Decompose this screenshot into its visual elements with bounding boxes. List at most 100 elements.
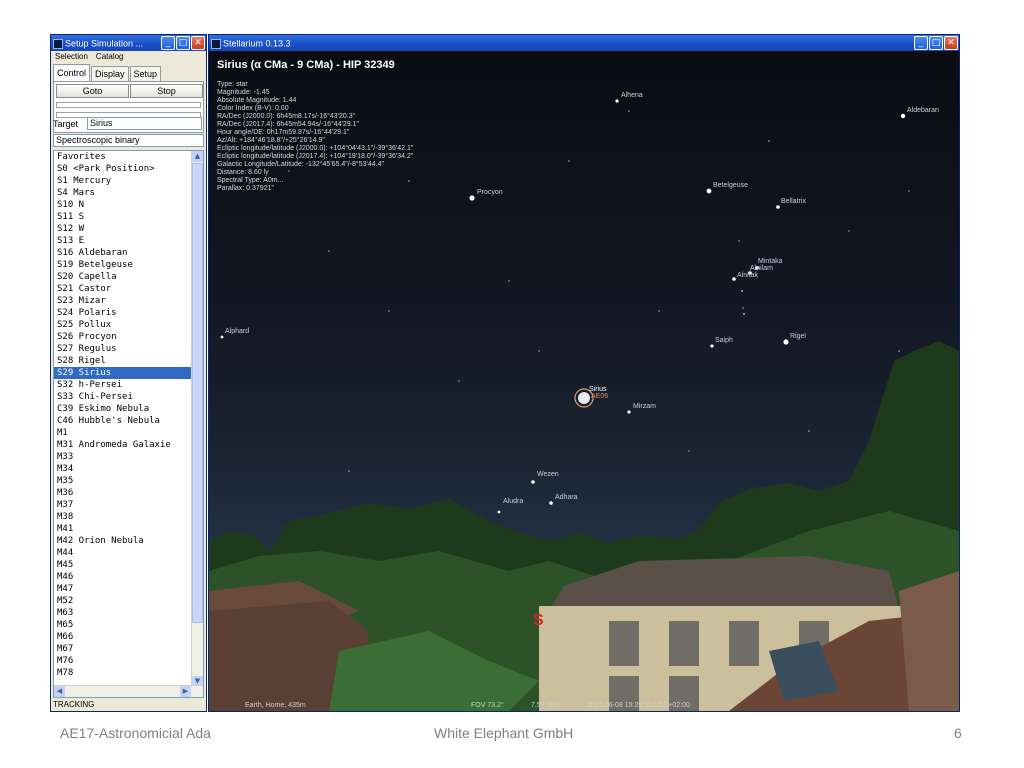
favorite-item[interactable]: S10 N: [54, 199, 193, 211]
info-line: RA/Dec (J2017.4): 6h45m54.94s/-16°44'29.…: [217, 121, 360, 128]
stop-button[interactable]: Stop: [130, 84, 203, 98]
spectral-info-field[interactable]: Spectroscopic binary: [53, 134, 204, 147]
favorite-item[interactable]: S32 h-Persei: [54, 379, 193, 391]
star-label-rigel[interactable]: Rigel: [790, 333, 806, 340]
close-icon[interactable]: ✕: [191, 36, 205, 50]
sky-view[interactable]: Sirius (α CMa - 9 CMa) - HIP 32349 Type:…: [209, 51, 959, 711]
favorite-item[interactable]: M37: [54, 499, 193, 511]
favorite-item[interactable]: S23 Mizar: [54, 295, 193, 307]
info-line: Absolute Magnitude: 1.44: [217, 97, 297, 104]
tab-control[interactable]: Control: [53, 64, 91, 81]
tab-setup[interactable]: Setup: [129, 66, 162, 81]
favorite-item[interactable]: S33 Chi-Persei: [54, 391, 193, 403]
favorite-item[interactable]: S0 <Park Position>: [54, 163, 193, 175]
favorite-item[interactable]: M38: [54, 511, 193, 523]
star-label-adhara[interactable]: Adhara: [555, 494, 578, 501]
favorite-item[interactable]: M47: [54, 583, 193, 595]
favorite-item[interactable]: S28 Rigel: [54, 355, 193, 367]
minimize-icon[interactable]: _: [161, 36, 175, 50]
setup-simulation-window: Setup Simulation ... _ □ ✕ Selection Cata…: [50, 34, 207, 712]
star-label-alphard[interactable]: Alphard: [225, 328, 249, 335]
star-label-mintaka[interactable]: Mintaka: [758, 258, 783, 265]
menu-selection[interactable]: Selection: [55, 52, 88, 61]
favorites-list[interactable]: Favorites S0 <Park Position> S1 Mercury S4 …: [53, 150, 204, 698]
star-label-alnitak[interactable]: Alnitak: [737, 272, 758, 279]
favorite-item[interactable]: M33: [54, 451, 193, 463]
menu-catalog[interactable]: Catalog: [96, 52, 124, 61]
favorite-item[interactable]: S13 E: [54, 235, 193, 247]
star-label-aludra[interactable]: Aludra: [503, 498, 523, 505]
favorite-item[interactable]: S19 Betelgeuse: [54, 259, 193, 271]
scroll-thumb[interactable]: [192, 163, 203, 623]
vertical-scrollbar[interactable]: ▲ ▼: [191, 151, 203, 687]
stellarium-title-bar[interactable]: Stellarium 0.13.3 _ □ ✕: [209, 35, 959, 51]
setup-title-bar[interactable]: Setup Simulation ... _ □ ✕: [51, 35, 206, 51]
favorite-item[interactable]: S25 Pollux: [54, 319, 193, 331]
status-fov: FOV 73.2°: [471, 702, 504, 709]
favorite-item[interactable]: M52: [54, 595, 193, 607]
favorite-item[interactable]: M45: [54, 559, 193, 571]
empty-field[interactable]: [56, 102, 201, 108]
favorite-item[interactable]: M1: [54, 427, 193, 439]
favorite-item[interactable]: M34: [54, 463, 193, 475]
star-label-sirius[interactable]: Sirius: [589, 386, 607, 393]
favorite-item[interactable]: M44: [54, 547, 193, 559]
favorites-header[interactable]: Favorites: [54, 151, 193, 163]
star-label-aldebaran[interactable]: Aldebaran: [907, 107, 939, 114]
goto-button[interactable]: Goto: [56, 84, 129, 98]
status-text: TRACKING: [53, 700, 95, 709]
star-label-betelgeuse[interactable]: Betelgeuse: [713, 182, 748, 189]
favorite-item[interactable]: M65: [54, 619, 193, 631]
favorite-item[interactable]: M63: [54, 607, 193, 619]
favorite-item[interactable]: S21 Castor: [54, 283, 193, 295]
favorite-item[interactable]: S16 Aldebaran: [54, 247, 193, 259]
close-icon[interactable]: ✕: [944, 36, 958, 50]
favorite-item[interactable]: M36: [54, 487, 193, 499]
info-line: Hour angle/DE: 0h17m59.87s/-16°44'29.1": [217, 129, 350, 136]
target-label: Target: [53, 119, 79, 129]
favorite-item[interactable]: M78: [54, 667, 193, 679]
favorite-item[interactable]: S20 Capella: [54, 271, 193, 283]
favorite-item[interactable]: M31 Andromeda Galaxie: [54, 439, 193, 451]
scroll-left-icon[interactable]: ◀: [54, 686, 65, 697]
favorite-item[interactable]: M67: [54, 643, 193, 655]
favorite-item[interactable]: S11 S: [54, 211, 193, 223]
favorite-item[interactable]: S1 Mercury: [54, 175, 193, 187]
object-info-title: Sirius (α CMa - 9 CMa) - HIP 32349: [217, 59, 395, 71]
favorite-item[interactable]: S4 Mars: [54, 187, 193, 199]
favorite-item[interactable]: M35: [54, 475, 193, 487]
favorite-item[interactable]: S12 W: [54, 223, 193, 235]
object-info-panel: Type: star Magnitude: -1.45 Absolute Mag…: [217, 81, 413, 193]
favorite-item[interactable]: S26 Procyon: [54, 331, 193, 343]
favorite-item[interactable]: C46 Hubble's Nebula: [54, 415, 193, 427]
star-label-wezen[interactable]: Wezen: [537, 471, 559, 478]
favorite-item[interactable]: M46: [54, 571, 193, 583]
favorite-item[interactable]: M41: [54, 523, 193, 535]
favorite-item[interactable]: S27 Regulus: [54, 343, 193, 355]
favorite-item[interactable]: M42 Orion Nebula: [54, 535, 193, 547]
star-label-bellatrix[interactable]: Bellatrix: [781, 198, 806, 205]
favorite-item[interactable]: M66: [54, 631, 193, 643]
minimize-icon[interactable]: _: [914, 36, 928, 50]
maximize-icon[interactable]: □: [176, 36, 190, 50]
star-label-alhena[interactable]: Alhena: [621, 92, 643, 99]
favorite-item[interactable]: M76: [54, 655, 193, 667]
info-line: Ecliptic longitude/latitude (J2000.0): +…: [217, 145, 414, 152]
star-label-saiph[interactable]: Saiph: [715, 337, 733, 344]
star-label-alnilam[interactable]: Alnilam: [750, 265, 773, 272]
horizontal-scrollbar[interactable]: ◀ ▶: [54, 685, 203, 697]
maximize-icon[interactable]: □: [929, 36, 943, 50]
target-row: Target Sirius: [53, 117, 204, 131]
scroll-up-icon[interactable]: ▲: [192, 151, 203, 162]
target-input[interactable]: Sirius: [87, 117, 202, 130]
scroll-right-icon[interactable]: ▶: [180, 686, 191, 697]
favorite-item[interactable]: C39 Eskimo Nebula: [54, 403, 193, 415]
star-label-mirzam[interactable]: Mirzam: [633, 403, 656, 410]
info-line: Spectral Type: A0m...: [217, 177, 284, 184]
favorite-item[interactable]: S24 Polaris: [54, 307, 193, 319]
status-fps: 7.58 FPS: [531, 702, 561, 709]
tab-display[interactable]: Display: [91, 66, 129, 81]
favorite-item[interactable]: S29 Sirius: [54, 367, 193, 379]
star-label-procyon[interactable]: Procyon: [477, 189, 503, 196]
footer-left: AE17-Astronomicial Ada: [60, 725, 211, 741]
